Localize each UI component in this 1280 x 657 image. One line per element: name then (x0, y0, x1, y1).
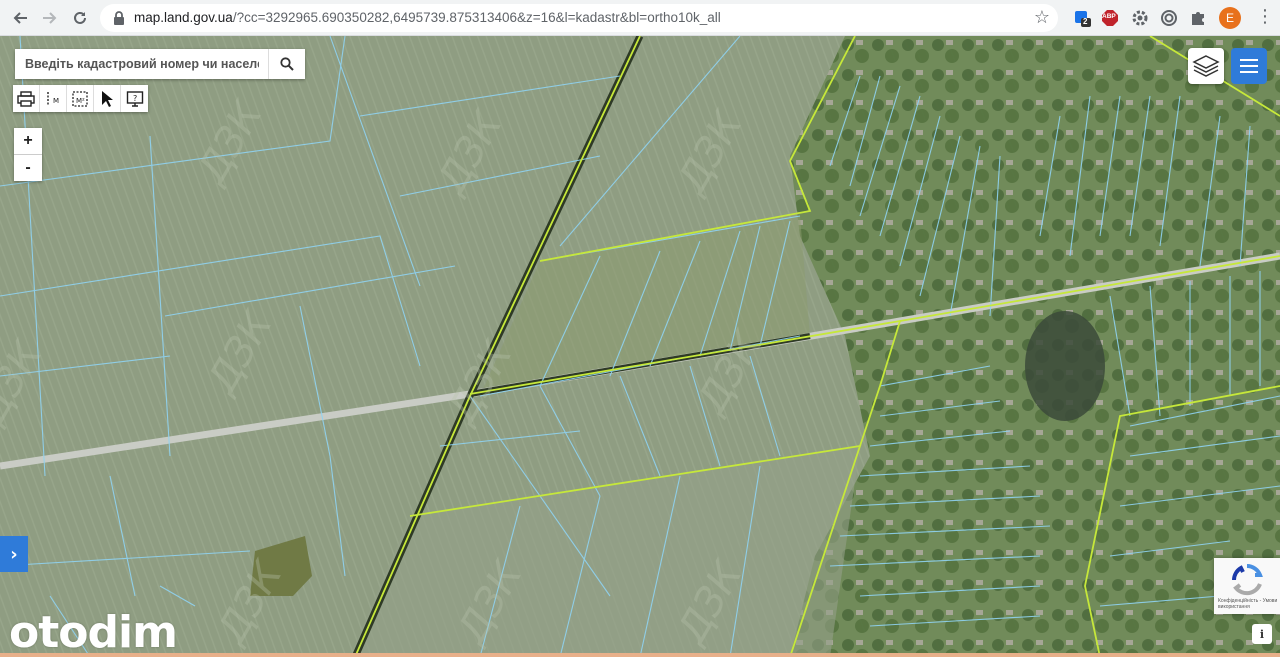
side-panel-toggle[interactable]: › (0, 536, 28, 572)
measure-line-icon[interactable]: M (40, 85, 67, 112)
orthophoto-map[interactable]: ДЗК ДЗК ДЗК ДЗК ДЗК ДЗК ДЗК ДЗК ДЗК ДЗК (0, 36, 1280, 657)
search-input[interactable] (15, 49, 269, 79)
map-info-button[interactable]: i (1252, 624, 1272, 644)
search-button[interactable] (268, 49, 305, 79)
puzzle-icon[interactable] (1188, 8, 1208, 28)
avatar[interactable]: E (1219, 7, 1241, 29)
back-icon[interactable] (9, 7, 31, 29)
svg-text:?: ? (133, 94, 137, 103)
otodim-watermark: otodim (9, 607, 178, 657)
browser-toolbar: map.land.gov.ua/?cc=3292965.690350282,64… (0, 0, 1280, 36)
print-icon[interactable] (13, 85, 40, 112)
adblock-icon[interactable]: ABP (1100, 8, 1120, 28)
info-label: i (1259, 627, 1265, 641)
chevron-right-icon: › (10, 543, 18, 565)
recaptcha-icon (1232, 564, 1263, 596)
forward-icon[interactable] (39, 7, 61, 29)
avatar-letter: E (1225, 11, 1234, 25)
lock-icon[interactable] (112, 10, 128, 26)
layers-button[interactable] (1188, 48, 1224, 84)
zoom-control: + - (14, 128, 42, 181)
main-menu-button[interactable] (1231, 48, 1267, 84)
svg-text:M²: M² (76, 97, 85, 105)
zoom-in-button[interactable]: + (14, 128, 42, 155)
map-tools: M M² ? (13, 85, 148, 112)
recaptcha-badge[interactable]: Конфіденційність - Умови використання (1214, 558, 1280, 614)
hamburger-icon (1240, 59, 1258, 73)
star-icon[interactable]: ☆ (1034, 7, 1050, 28)
address-bar[interactable]: map.land.gov.ua/?cc=3292965.690350282,64… (100, 4, 1058, 32)
gear-icon[interactable] (1130, 8, 1150, 28)
recaptcha-text: Конфіденційність - Умови використання (1218, 598, 1278, 610)
zoom-out-button[interactable]: - (14, 155, 42, 181)
info-screen-icon[interactable]: ? (121, 85, 148, 112)
extension-badge-count: 2 (1083, 17, 1088, 26)
layers-icon (1192, 55, 1220, 77)
spiral-extension-icon[interactable] (1159, 8, 1179, 28)
pointer-icon[interactable] (94, 85, 121, 112)
measure-area-icon[interactable]: M² (67, 85, 94, 112)
reload-icon[interactable] (69, 7, 91, 29)
url-text: map.land.gov.ua/?cc=3292965.690350282,64… (134, 10, 721, 25)
svg-text:M: M (53, 97, 59, 105)
cadastral-search (15, 49, 305, 79)
more-icon[interactable]: ⋮ (1256, 6, 1274, 27)
extension-badge-icon[interactable]: 2 (1072, 8, 1092, 28)
adblock-label: ABP (1102, 13, 1116, 20)
bottom-strip (0, 653, 1280, 657)
map-viewport[interactable]: ДЗК ДЗК ДЗК ДЗК ДЗК ДЗК ДЗК ДЗК ДЗК ДЗК … (0, 36, 1280, 657)
search-icon (280, 57, 294, 71)
